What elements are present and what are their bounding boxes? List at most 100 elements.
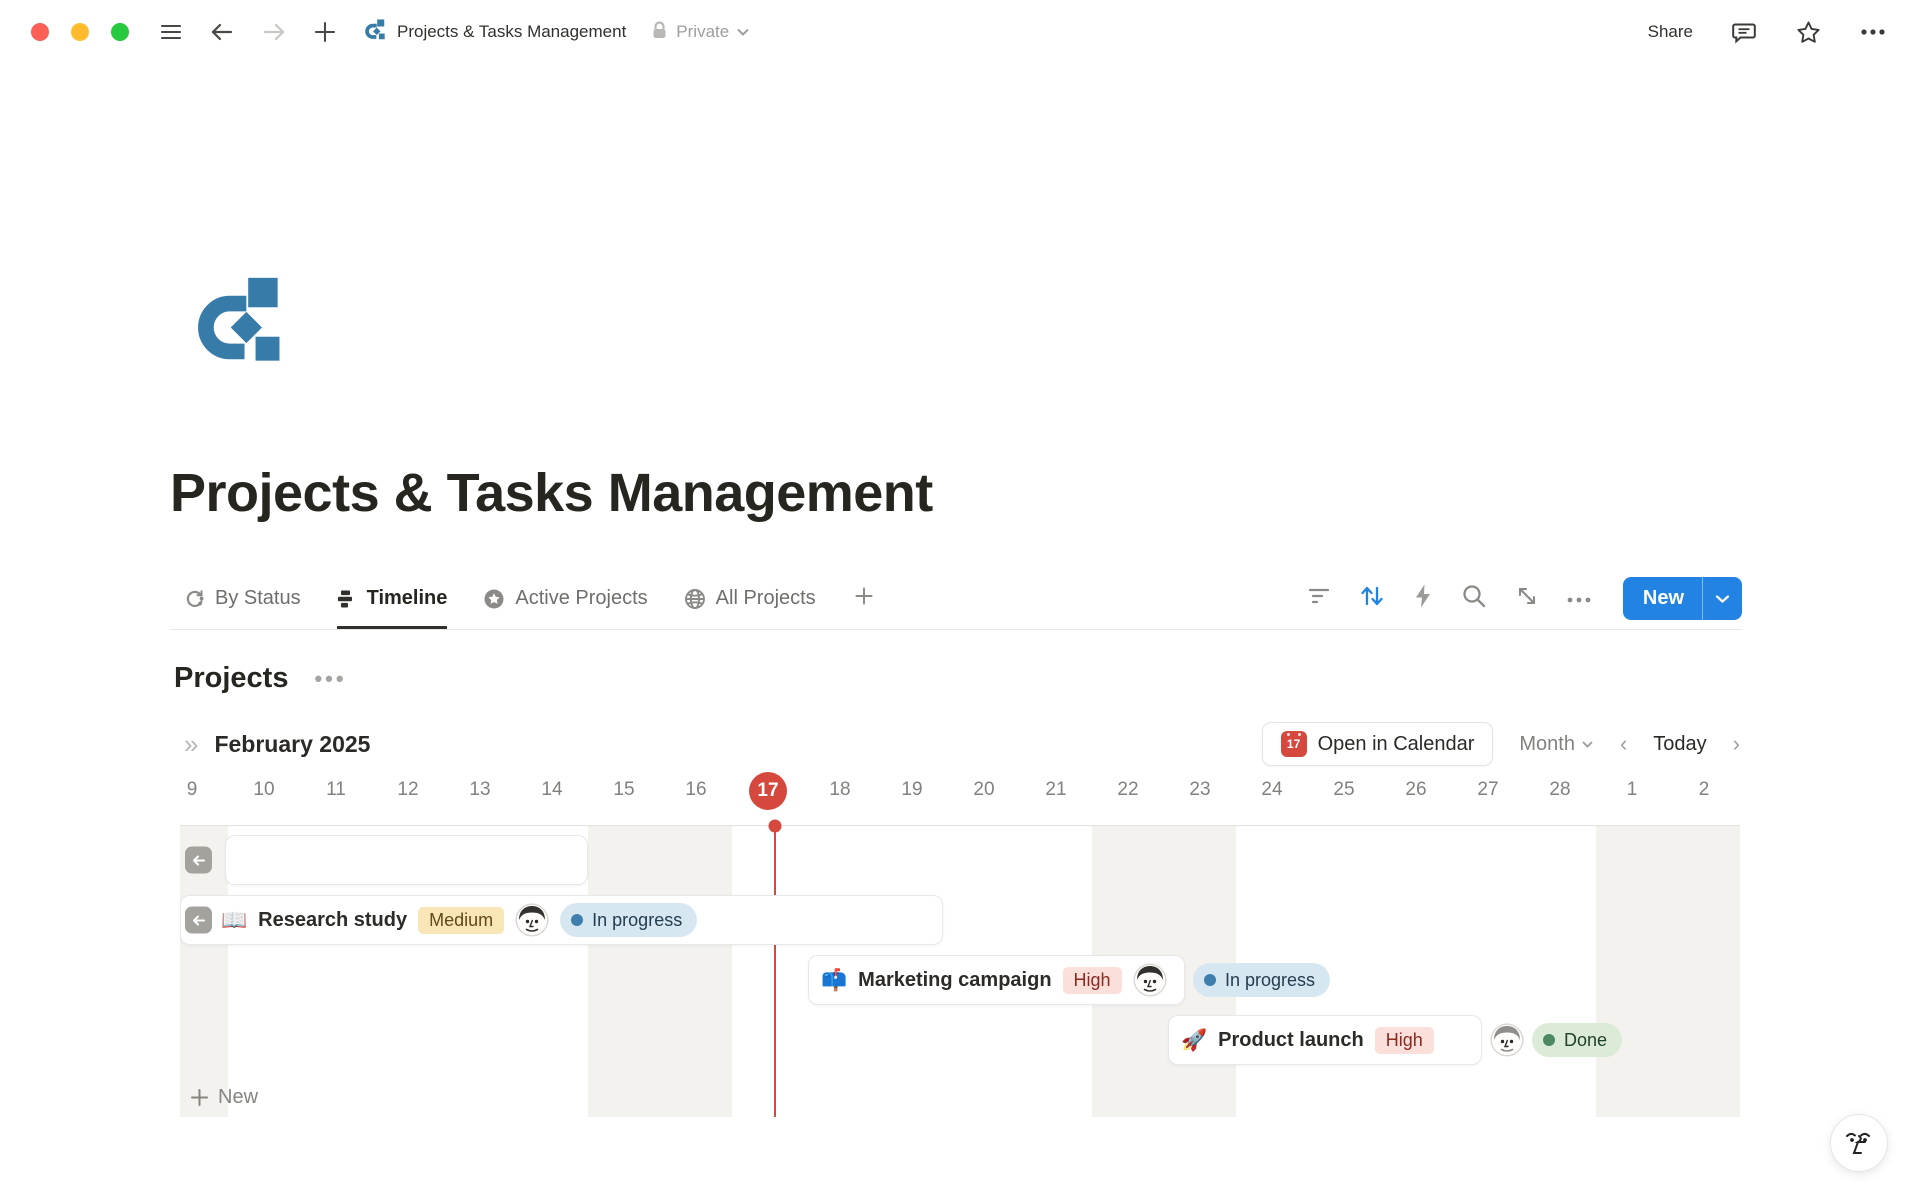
status-label: Done: [1564, 1030, 1607, 1051]
date-cell: 16: [676, 779, 716, 801]
ai-assistant-button[interactable]: [1830, 1114, 1888, 1172]
date-cell: 26: [1396, 779, 1436, 801]
page-title[interactable]: Projects & Tasks Management: [170, 462, 1742, 524]
status-dot: [571, 914, 583, 926]
view-actions: New: [1307, 577, 1742, 629]
timeline-row: [180, 830, 1740, 890]
zoom-window-button[interactable]: [111, 23, 129, 41]
automation-lightning-icon[interactable]: [1413, 583, 1433, 614]
date-cell: 28: [1540, 779, 1580, 801]
date-cell: 27: [1468, 779, 1508, 801]
next-month-icon[interactable]: ›: [1733, 731, 1740, 757]
calendar-icon: 17: [1281, 731, 1307, 757]
item-title: Research study: [258, 909, 407, 932]
ai-face-icon: [1839, 1123, 1879, 1163]
timeline-row: 📫 Marketing campaign High In progress: [180, 950, 1740, 1010]
status-pill: In progress: [1193, 963, 1330, 997]
date-cell: 11: [316, 779, 356, 801]
search-icon[interactable]: [1461, 583, 1487, 614]
timeline-body: 📖Research studyMedium In progress 📫 Market…: [180, 825, 1740, 1117]
chevron-down-icon: [736, 27, 750, 37]
priority-tag: High: [1063, 967, 1122, 994]
timeline-bar[interactable]: 📫 Marketing campaign High: [808, 955, 1185, 1005]
add-view-icon[interactable]: [854, 586, 874, 629]
lock-icon: [650, 20, 669, 45]
new-page-icon[interactable]: [313, 20, 337, 44]
tab-by-status[interactable]: By Status: [184, 587, 301, 628]
tab-active-projects[interactable]: Active Projects: [483, 587, 647, 628]
page-icon-logo[interactable]: [182, 276, 296, 368]
date-cell: 1: [1612, 779, 1652, 801]
date-cell: 2: [1684, 779, 1724, 801]
tab-all-projects[interactable]: All Projects: [684, 587, 816, 628]
priority-tag: High: [1375, 1027, 1434, 1054]
minimize-window-button[interactable]: [71, 23, 89, 41]
item-title: Product launch: [1218, 1029, 1364, 1052]
item-title: Marketing campaign: [858, 969, 1051, 992]
open-in-calendar-button[interactable]: 17 Open in Calendar: [1262, 722, 1494, 766]
timeline-scale-select[interactable]: Month: [1519, 733, 1594, 756]
new-button[interactable]: New: [1623, 577, 1742, 620]
date-cell: 19: [892, 779, 932, 801]
date-cell-today: 17: [749, 772, 787, 810]
timeline-bar[interactable]: 🚀 Product launch High: [1168, 1015, 1482, 1065]
privacy-control[interactable]: Private: [650, 20, 750, 45]
status-dot: [1543, 1034, 1555, 1046]
chevron-down-icon: [1581, 740, 1594, 749]
tab-label: Active Projects: [515, 587, 647, 610]
star-circle-icon: [483, 588, 505, 610]
date-cell: 18: [820, 779, 860, 801]
scroll-to-bar-left-chip[interactable]: [185, 847, 212, 874]
status-pill: In progress: [560, 903, 697, 937]
filter-icon[interactable]: [1307, 587, 1331, 610]
today-line-dot: [769, 820, 782, 833]
section-options-icon[interactable]: •••: [314, 666, 346, 692]
sort-icon[interactable]: [1359, 584, 1385, 613]
today-button[interactable]: Today: [1653, 733, 1706, 756]
back-icon[interactable]: [209, 20, 235, 44]
timeline-bar[interactable]: 📖Research studyMedium In progress: [180, 895, 943, 945]
scroll-to-bar-left-chip[interactable]: [185, 907, 212, 934]
date-cell: 22: [1108, 779, 1148, 801]
timeline-row: 📖Research studyMedium In progress: [180, 890, 1740, 950]
status-pill: Done: [1532, 1023, 1622, 1057]
prev-month-icon[interactable]: ‹: [1620, 731, 1627, 757]
status-dot: [1204, 974, 1216, 986]
tab-label: Timeline: [367, 587, 448, 610]
page-content: Projects & Tasks Management By Status Ti…: [0, 276, 1920, 1117]
date-cell: 24: [1252, 779, 1292, 801]
window-topbar: Projects & Tasks Management Private Shar…: [0, 0, 1920, 64]
assignee-avatar: [1133, 963, 1167, 997]
comments-icon[interactable]: [1731, 19, 1757, 45]
tab-timeline[interactable]: Timeline: [337, 587, 448, 629]
close-window-button[interactable]: [31, 23, 49, 41]
status-icon: [184, 588, 205, 609]
favorite-star-icon[interactable]: [1795, 19, 1822, 46]
sidebar-menu-icon[interactable]: [159, 20, 183, 44]
collapse-sidebar-chevrons-icon[interactable]: »: [184, 731, 198, 757]
new-button-dropdown[interactable]: [1703, 577, 1742, 620]
view-more-icon[interactable]: [1567, 590, 1591, 608]
assignee-avatar: [1490, 1023, 1524, 1057]
item-emoji-icon: 🚀: [1181, 1030, 1207, 1051]
date-cell: 21: [1036, 779, 1076, 801]
page-logo-icon: [363, 19, 387, 46]
timeline-bar-untitled[interactable]: [225, 835, 588, 885]
new-button-label[interactable]: New: [1623, 577, 1702, 620]
open-in-calendar-label: Open in Calendar: [1318, 733, 1475, 756]
expand-icon[interactable]: [1515, 584, 1539, 613]
scale-label: Month: [1519, 733, 1575, 756]
status-label: In progress: [1225, 970, 1315, 991]
item-emoji-icon: 📫: [821, 970, 847, 991]
status-label: In progress: [592, 910, 682, 931]
traffic-lights: [31, 23, 129, 41]
date-cell: 9: [172, 779, 212, 801]
breadcrumb-page-title[interactable]: Projects & Tasks Management: [397, 22, 626, 42]
share-button[interactable]: Share: [1648, 22, 1693, 42]
forward-icon[interactable]: [261, 20, 287, 44]
date-cell: 15: [604, 779, 644, 801]
timeline-new-item-button[interactable]: New: [190, 1086, 258, 1109]
more-options-icon[interactable]: [1860, 28, 1886, 36]
assignee-avatar: [515, 903, 549, 937]
view-tabs: By Status Timeline Active Projects All P…: [170, 586, 874, 629]
